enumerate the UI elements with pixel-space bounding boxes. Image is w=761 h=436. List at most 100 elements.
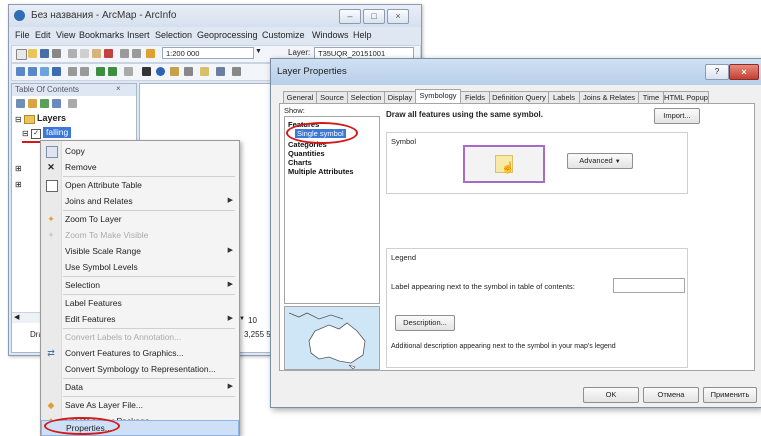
menu-file[interactable]: File xyxy=(15,30,30,40)
toc-close-icon[interactable]: × xyxy=(116,84,121,93)
font-size-field[interactable]: 10 xyxy=(248,316,257,325)
find-icon[interactable] xyxy=(170,67,179,76)
apply-button[interactable]: Применить xyxy=(703,387,757,403)
renderer-description: Draw all features using the same symbol. xyxy=(386,110,543,119)
red-highlight-circle xyxy=(286,122,358,144)
menu-item-remove[interactable]: ✕ Remove xyxy=(41,159,239,175)
copy-tool-icon[interactable] xyxy=(80,49,89,58)
dialog-title-bar[interactable]: Layer Properties ? × xyxy=(271,59,761,85)
description-button[interactable]: Description... xyxy=(395,315,455,331)
list-by-visibility-icon[interactable] xyxy=(40,99,49,108)
save-icon[interactable] xyxy=(40,49,49,58)
menu-insert[interactable]: Insert xyxy=(127,30,150,40)
layer-context-menu: Copy ✕ Remove Open Attribute Table Joins… xyxy=(40,140,240,436)
menu-item-use-symbol-levels[interactable]: Use Symbol Levels xyxy=(41,259,239,275)
menu-item-visible-scale-range[interactable]: Visible Scale Range ▶ xyxy=(41,243,239,259)
menu-item-selection[interactable]: Selection ▶ xyxy=(41,277,239,293)
options-icon[interactable] xyxy=(68,99,77,108)
advanced-button[interactable]: Advanced ▼ xyxy=(567,153,633,169)
identify-icon[interactable] xyxy=(156,67,165,76)
menu-item-convert-features[interactable]: ⇄ Convert Features to Graphics... xyxy=(41,345,239,361)
menu-item-convert-symbology[interactable]: Convert Symbology to Representation... xyxy=(41,361,239,377)
zoom-out-icon[interactable] xyxy=(28,67,37,76)
menu-item-joins-and-relates[interactable]: Joins and Relates ▶ xyxy=(41,193,239,209)
close-icon[interactable]: × xyxy=(729,64,759,80)
help-icon[interactable]: ? xyxy=(705,64,729,80)
undo-icon[interactable] xyxy=(120,49,129,58)
hyperlink-icon[interactable] xyxy=(200,67,209,76)
redo-icon[interactable] xyxy=(132,49,141,58)
menu-help[interactable]: Help xyxy=(353,30,372,40)
forward-icon[interactable] xyxy=(108,67,117,76)
menu-bookmarks[interactable]: Bookmarks xyxy=(79,30,124,40)
chevron-down-icon[interactable]: ▼ xyxy=(255,48,262,55)
menu-item-zoom-to-layer[interactable]: ✦ Zoom To Layer xyxy=(41,211,239,227)
menu-windows[interactable]: Windows xyxy=(312,30,349,40)
menu-geoprocessing[interactable]: Geoprocessing xyxy=(197,30,258,40)
description-note: Additional description appearing next to… xyxy=(391,343,616,350)
select-features-icon[interactable] xyxy=(124,67,133,76)
zoom-icon: ✦ xyxy=(47,230,55,240)
layer-visibility-checkbox[interactable]: ✓ xyxy=(31,129,41,139)
menu-item-label: Joins and Relates xyxy=(65,196,133,206)
maximize-icon[interactable]: □ xyxy=(363,9,385,24)
print-icon[interactable] xyxy=(52,49,61,58)
cut-icon[interactable] xyxy=(68,49,77,58)
tab-symbology[interactable]: Symbology xyxy=(415,89,461,104)
full-extent-icon[interactable] xyxy=(52,67,61,76)
legend-label-input[interactable] xyxy=(613,278,685,293)
copy-icon xyxy=(46,146,58,158)
layer-label: Layer: xyxy=(288,48,311,57)
menu-item-copy[interactable]: Copy xyxy=(41,143,239,159)
menu-selection[interactable]: Selection xyxy=(155,30,192,40)
paste-icon[interactable] xyxy=(92,49,101,58)
menu-item-label-features[interactable]: Label Features xyxy=(41,295,239,311)
list-by-source-icon[interactable] xyxy=(28,99,37,108)
menu-item-convert-labels: Convert Labels to Annotation... xyxy=(41,329,239,345)
add-data-icon[interactable] xyxy=(146,49,155,58)
new-icon[interactable] xyxy=(16,49,27,60)
menu-item-data[interactable]: Data ▶ xyxy=(41,379,239,395)
toc-layer-falling[interactable]: falling xyxy=(43,127,72,138)
time-slider-icon[interactable] xyxy=(232,67,241,76)
menu-item-label: Selection xyxy=(65,280,100,290)
minimize-icon[interactable]: – xyxy=(339,9,361,24)
menu-item-zoom-to-make-visible: ✦ Zoom To Make Visible xyxy=(41,227,239,243)
menu-view[interactable]: View xyxy=(56,30,75,40)
cancel-button[interactable]: Отмена xyxy=(643,387,699,403)
scale-combobox[interactable]: 1:200 000 xyxy=(162,47,254,59)
list-by-selection-icon[interactable] xyxy=(52,99,61,108)
list-by-drawing-order-icon[interactable] xyxy=(16,99,25,108)
ok-button[interactable]: OK xyxy=(583,387,639,403)
select-elements-icon[interactable] xyxy=(142,67,151,76)
renderer-multiple-attributes[interactable]: Multiple Attributes xyxy=(288,167,354,176)
hand-cursor-icon: ☝ xyxy=(501,162,515,174)
fixed-zoom-in-icon[interactable] xyxy=(68,67,77,76)
menu-item-save-as-layer-file[interactable]: ◆ Save As Layer File... xyxy=(41,397,239,413)
measure-icon[interactable] xyxy=(184,67,193,76)
delete-icon[interactable] xyxy=(104,49,113,58)
scroll-left-icon[interactable]: ◀ xyxy=(14,313,19,321)
back-icon[interactable] xyxy=(96,67,105,76)
menu-item-open-attribute-table[interactable]: Open Attribute Table xyxy=(41,177,239,193)
collapse-icon[interactable]: ⊟ xyxy=(15,115,22,124)
collapse-icon[interactable]: ⊟ xyxy=(22,129,29,138)
symbol-swatch-button[interactable]: ☝ xyxy=(463,145,545,183)
renderer-quantities[interactable]: Quantities xyxy=(288,149,325,158)
menu-item-edit-features[interactable]: Edit Features ▶ xyxy=(41,311,239,327)
import-button[interactable]: Import... xyxy=(654,108,700,124)
renderer-charts[interactable]: Charts xyxy=(288,158,312,167)
arcmap-title-bar[interactable]: Без названия - ArcMap - ArcInfo – □ × xyxy=(9,5,421,27)
fixed-zoom-out-icon[interactable] xyxy=(80,67,89,76)
open-icon[interactable] xyxy=(28,49,37,58)
close-icon[interactable]: × xyxy=(387,9,409,24)
menu-edit[interactable]: Edit xyxy=(35,30,51,40)
html-popup-icon[interactable] xyxy=(216,67,225,76)
pan-icon[interactable] xyxy=(40,67,49,76)
menu-customize[interactable]: Customize xyxy=(262,30,305,40)
expand-icon[interactable]: ⊞ xyxy=(15,180,22,189)
toc-root-layers[interactable]: Layers xyxy=(37,113,66,123)
zoom-in-icon[interactable] xyxy=(16,67,25,76)
expand-icon[interactable]: ⊞ xyxy=(15,164,22,173)
renderer-list: Features Single symbol Categories Quanti… xyxy=(284,116,380,304)
